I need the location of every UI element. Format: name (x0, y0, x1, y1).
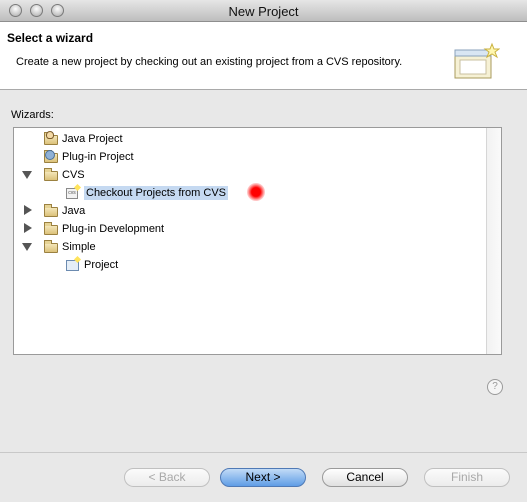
header-title: Select a wizard (7, 31, 94, 45)
expand-toggle-simple[interactable] (22, 243, 32, 251)
cvs-checkout-icon: cvs (65, 183, 82, 201)
tree-item-plugin-project[interactable]: Plug-in Project (43, 148, 134, 166)
folder-icon (43, 203, 59, 219)
java-project-icon (43, 131, 59, 147)
tree-item-label: Simple (62, 241, 96, 253)
new-project-wizard-icon (454, 42, 500, 79)
next-button[interactable]: Next > (220, 468, 306, 487)
back-button[interactable]: < Back (124, 468, 210, 487)
tree-item-label: Plug-in Development (62, 223, 165, 235)
tree-item-plugin-development[interactable]: Plug-in Development (43, 220, 164, 238)
tree-item-label: Project (84, 259, 119, 271)
cancel-button[interactable]: Cancel (322, 468, 408, 487)
title-bar: New Project (0, 0, 527, 22)
tree-item-label: CVS (62, 169, 85, 181)
expand-toggle-cvs[interactable] (22, 171, 32, 179)
header-description: Create a new project by checking out an … (16, 56, 403, 68)
tree-item-project[interactable]: Project (65, 255, 119, 274)
tree-item-simple[interactable]: Simple (43, 238, 96, 256)
expand-toggle-plugin-development[interactable] (24, 223, 32, 233)
pointer-highlight (247, 183, 265, 201)
tree-item-label: Java (62, 205, 86, 217)
button-bar-divider (0, 452, 527, 453)
window-title: New Project (228, 4, 299, 19)
tree-item-cvs[interactable]: CVS (43, 166, 85, 184)
project-icon (65, 255, 82, 273)
folder-open-icon (43, 239, 59, 255)
help-icon[interactable]: ? (487, 379, 503, 395)
expand-toggle-java[interactable] (24, 205, 32, 215)
tree-item-checkout-projects-from-cvs[interactable]: cvs Checkout Projects from CVS (65, 183, 228, 202)
wizards-label: Wizards: (11, 109, 54, 121)
wizard-header: Select a wizard Create a new project by … (0, 22, 527, 90)
tree-item-label: Checkout Projects from CVS (84, 186, 228, 200)
tree-item-label: Plug-in Project (62, 151, 134, 163)
tree-item-java-project[interactable]: Java Project (43, 130, 123, 148)
finish-button[interactable]: Finish (424, 468, 510, 487)
folder-icon (43, 221, 59, 237)
tree-item-java[interactable]: Java (43, 202, 85, 220)
plugin-project-icon (43, 149, 59, 165)
tree-scrollbar[interactable] (486, 128, 501, 354)
tree-item-label: Java Project (62, 133, 123, 145)
folder-open-icon (43, 167, 59, 183)
wizard-tree[interactable]: Java Project Plug-in Project CVS cvs Che… (13, 127, 502, 355)
